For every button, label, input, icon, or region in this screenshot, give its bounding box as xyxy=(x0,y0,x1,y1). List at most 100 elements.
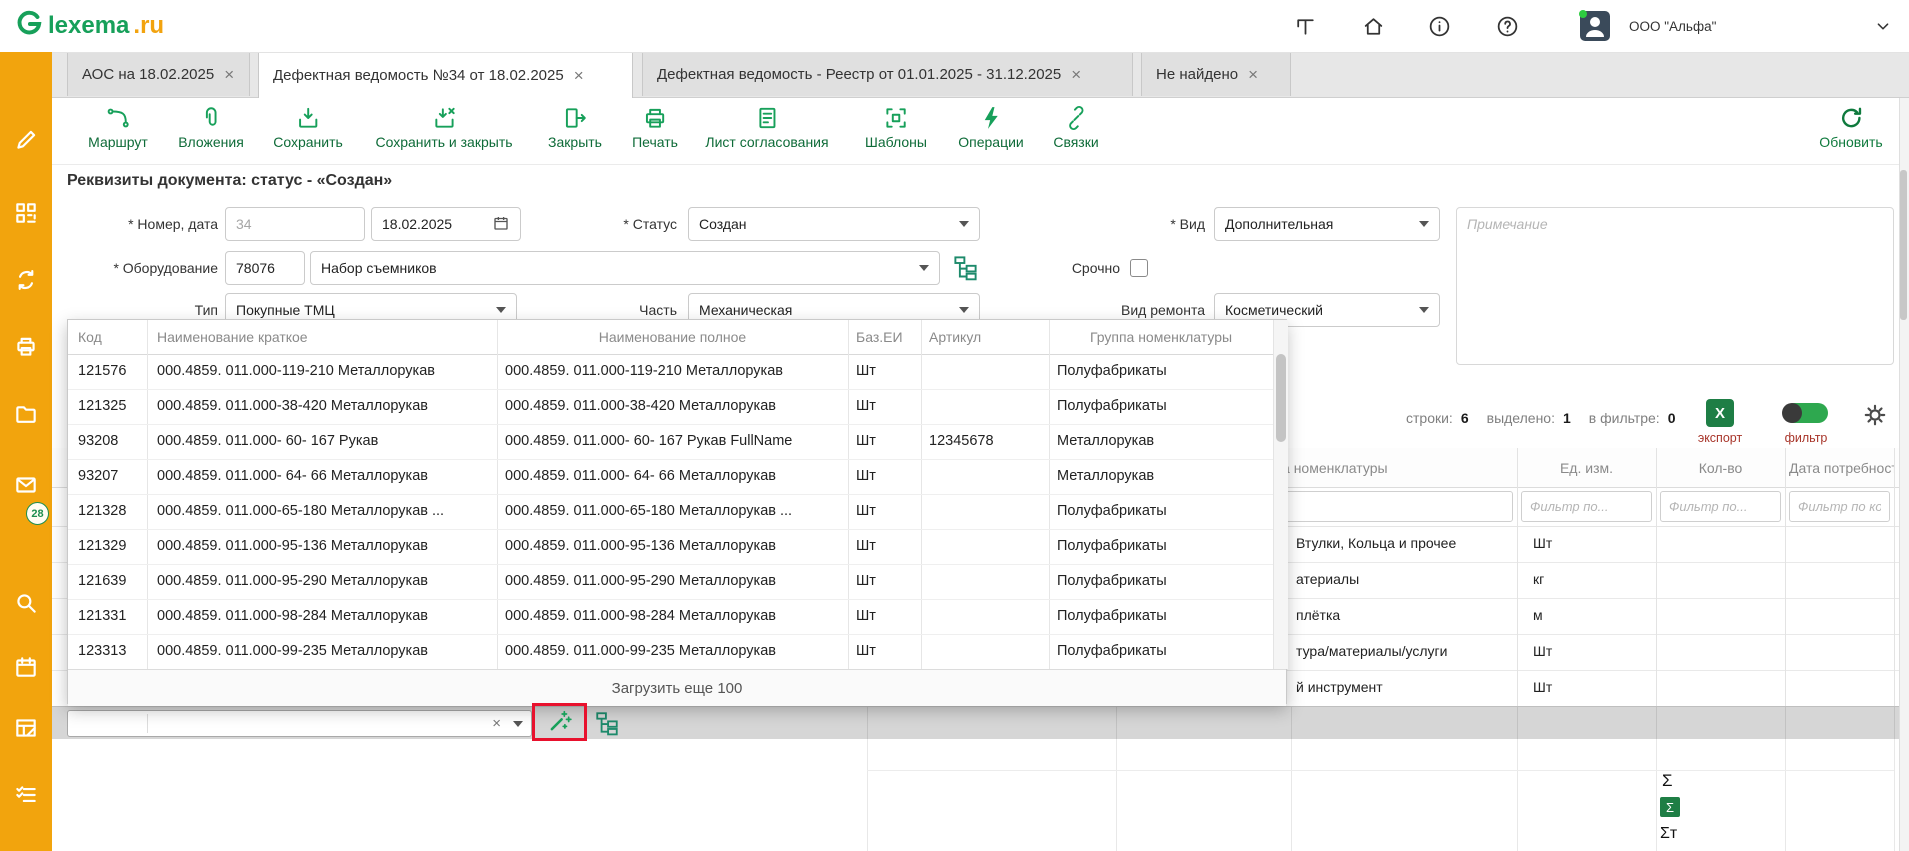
popup-row[interactable]: 121328 000.4859. 011.000-65-180 Металлор… xyxy=(68,494,1273,530)
filtered-count-value: 0 xyxy=(1668,410,1676,426)
popup-row[interactable]: 93208 000.4859. 011.000- 60- 167 Рукав 0… xyxy=(68,424,1273,460)
filter-input-quantity[interactable] xyxy=(1660,491,1781,522)
grid-header-unit[interactable]: Ед. изм. xyxy=(1517,460,1656,476)
popup-row[interactable]: 121329 000.4859. 011.000-95-136 Металлор… xyxy=(68,529,1273,565)
approval-sheet-button[interactable]: Лист согласования xyxy=(705,105,828,150)
excel-export-icon[interactable]: X xyxy=(1706,399,1734,427)
table-edit-icon[interactable] xyxy=(13,715,39,744)
search-icon[interactable] xyxy=(13,590,39,619)
group-cell: Полуфабрикаты xyxy=(1057,389,1267,424)
equipment-combobox[interactable]: Набор съемников xyxy=(310,251,940,285)
note-textarea[interactable] xyxy=(1456,207,1894,365)
chevron-down-icon[interactable] xyxy=(1872,15,1894,40)
popup-row[interactable]: 121576 000.4859. 011.000-119-210 Металло… xyxy=(68,354,1273,390)
home-icon[interactable] xyxy=(1361,14,1386,42)
equipment-tree-button[interactable] xyxy=(952,254,979,284)
button-label: Вложения xyxy=(178,134,244,150)
mail-icon[interactable] xyxy=(13,472,39,501)
scrollbar-thumb[interactable] xyxy=(1900,170,1907,320)
popup-header-full-name[interactable]: Наименование полное xyxy=(497,320,848,354)
refresh-button[interactable]: Обновить xyxy=(1819,105,1882,150)
tab-defect-registry[interactable]: Дефектная ведомость - Реестр от 01.01.20… xyxy=(642,52,1133,96)
close-icon[interactable]: × xyxy=(1248,66,1258,83)
close-document-button[interactable]: Закрыть xyxy=(548,105,602,150)
popup-header-base-unit[interactable]: Баз.ЕИ xyxy=(856,320,916,354)
popup-row[interactable]: 121331 000.4859. 011.000-98-284 Металлор… xyxy=(68,599,1273,635)
calendar-input-icon[interactable] xyxy=(492,214,510,235)
date-field[interactable]: 18.02.2025 xyxy=(371,207,521,241)
sync-icon[interactable] xyxy=(13,267,39,296)
tab-defect-sheet[interactable]: Дефектная ведомость №34 от 18.02.2025 × xyxy=(258,52,633,98)
popup-row[interactable]: 121325 000.4859. 011.000-38-420 Металлор… xyxy=(68,389,1273,425)
status-value: Создан xyxy=(699,216,747,232)
group-cell: тура/материалы/услуги xyxy=(1296,643,1526,659)
group-selector-combobox[interactable]: × xyxy=(67,710,532,737)
close-icon[interactable]: × xyxy=(1071,66,1081,83)
tab-aos[interactable]: АОС на 18.02.2025 × xyxy=(67,52,250,96)
number-field[interactable]: 34 xyxy=(225,207,365,241)
user-avatar[interactable] xyxy=(1578,9,1612,46)
column-divider xyxy=(1656,707,1657,740)
bottom-grid-area: Σ Σ Σт xyxy=(52,739,1899,851)
popup-header-group[interactable]: Группа номенклатуры xyxy=(1049,320,1273,354)
popup-scrollbar-thumb[interactable] xyxy=(1276,354,1286,442)
document-status-title: Реквизиты документа: статус - «Создан» xyxy=(67,172,392,190)
popup-header-code[interactable]: Код xyxy=(78,320,143,354)
logo-brand-text: lexema xyxy=(48,12,129,40)
code-cell: 121576 xyxy=(78,354,143,389)
kind-value: Дополнительная xyxy=(1225,216,1333,232)
close-icon[interactable]: × xyxy=(574,67,584,84)
popup-scrollbar[interactable] xyxy=(1273,320,1288,669)
column-divider xyxy=(1517,739,1518,851)
equipment-code-field[interactable]: 78076 xyxy=(225,251,305,285)
logo[interactable]: lexema.ru xyxy=(14,9,164,42)
print-button[interactable]: Печать xyxy=(632,105,678,150)
attachments-button[interactable]: Вложения xyxy=(178,105,244,150)
save-and-close-button[interactable]: Сохранить и закрыть xyxy=(375,105,512,150)
column-divider xyxy=(1894,739,1895,851)
calendar-icon[interactable] xyxy=(13,654,39,683)
templates-button[interactable]: Шаблоны xyxy=(865,105,927,150)
popup-row[interactable]: 93207 000.4859. 011.000- 64- 66 Металлор… xyxy=(68,459,1273,495)
tab-not-found[interactable]: Не найдено × xyxy=(1141,52,1291,96)
sum-total-button[interactable]: Σт xyxy=(1660,825,1677,843)
kind-select[interactable]: Дополнительная xyxy=(1214,207,1440,241)
tasks-checklist-icon[interactable] xyxy=(13,782,39,811)
route-button[interactable]: Маршрут xyxy=(88,105,148,150)
button-label: Маршрут xyxy=(88,134,148,150)
help-icon[interactable] xyxy=(1495,14,1520,42)
group-cell: Полуфабрикаты xyxy=(1057,529,1267,564)
text-layout-icon[interactable] xyxy=(1293,14,1318,42)
popup-header-short-name[interactable]: Наименование краткое xyxy=(157,320,493,354)
group-cell: Полуфабрикаты xyxy=(1057,564,1267,599)
magic-wand-button[interactable] xyxy=(547,708,573,737)
filter-input-need-date[interactable] xyxy=(1789,491,1890,522)
load-more-button[interactable]: Загрузить еще 100 xyxy=(68,669,1286,706)
sum-button[interactable]: Σ xyxy=(1662,771,1673,791)
hierarchy-button[interactable] xyxy=(594,710,620,739)
close-icon[interactable]: × xyxy=(224,66,234,83)
base-unit-cell: Шт xyxy=(856,494,916,529)
gear-icon[interactable] xyxy=(1862,402,1888,431)
clear-icon[interactable]: × xyxy=(492,716,501,731)
folder-icon[interactable] xyxy=(13,401,39,430)
grid-header-quantity[interactable]: Кол-во xyxy=(1656,460,1785,476)
operations-button[interactable]: Операции xyxy=(958,105,1024,150)
popup-row[interactable]: 123313 000.4859. 011.000-99-235 Металлор… xyxy=(68,634,1273,670)
popup-header-article[interactable]: Артикул xyxy=(929,320,1044,354)
popup-row[interactable]: 121639 000.4859. 011.000-95-290 Металлор… xyxy=(68,564,1273,600)
chevron-down-icon[interactable] xyxy=(513,721,523,727)
sum-selected-button[interactable]: Σ xyxy=(1660,797,1680,817)
qr-modules-icon[interactable] xyxy=(13,200,39,229)
filter-toggle[interactable] xyxy=(1784,403,1828,423)
edit-pencil-icon[interactable] xyxy=(13,127,39,156)
chevron-down-icon xyxy=(959,307,969,313)
status-select[interactable]: Создан xyxy=(688,207,980,241)
info-icon[interactable] xyxy=(1427,14,1452,42)
links-button[interactable]: Связки xyxy=(1053,105,1098,150)
save-button[interactable]: Сохранить xyxy=(273,105,343,150)
urgent-checkbox[interactable] xyxy=(1130,259,1148,277)
grid-header-need-date[interactable]: Дата потребности xyxy=(1789,460,1894,476)
printer-icon[interactable] xyxy=(13,334,39,363)
filter-input-unit[interactable] xyxy=(1521,491,1652,522)
